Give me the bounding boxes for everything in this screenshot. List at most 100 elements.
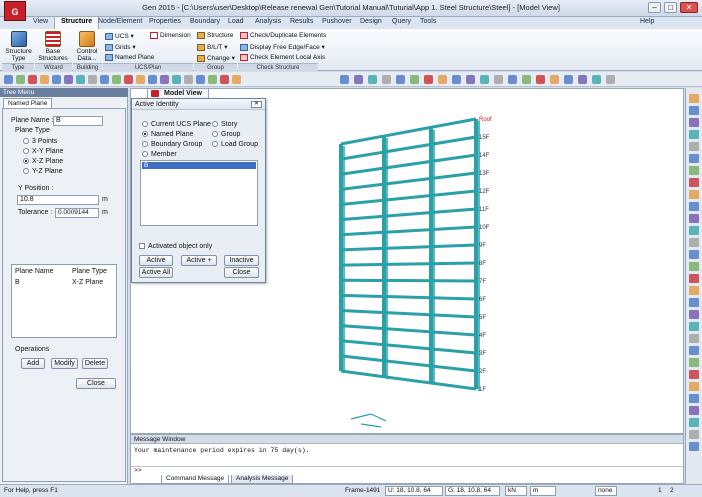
frame-beam[interactable]: [340, 369, 477, 391]
view-tool-icon[interactable]: [689, 298, 699, 307]
view-tool-icon[interactable]: [689, 382, 699, 391]
dialog-close-button[interactable]: Close: [224, 267, 259, 278]
identity-list[interactable]: B: [140, 160, 258, 226]
menu-node-element[interactable]: Node/Element: [98, 18, 142, 25]
frame-beam[interactable]: [340, 207, 477, 222]
plane-list[interactable]: Plane Name Plane Type B X-Z Plane: [11, 264, 117, 338]
toolbar-tool-icon[interactable]: [28, 75, 37, 84]
toolbar-tool-icon[interactable]: [340, 75, 349, 84]
menu-view[interactable]: View: [33, 18, 48, 25]
frame-beam[interactable]: [340, 171, 477, 191]
menu-design[interactable]: Design: [360, 18, 382, 25]
radio-story[interactable]: Story: [212, 121, 237, 128]
radio-named-plane[interactable]: Named Plane: [142, 131, 193, 138]
ucs-button[interactable]: UCS ▾: [105, 32, 134, 40]
toolbar-tool-icon[interactable]: [208, 75, 217, 84]
toolbar-tool-icon[interactable]: [466, 75, 475, 84]
frame-beam[interactable]: [340, 293, 477, 301]
active-plus-button[interactable]: Active +: [181, 255, 217, 266]
tab-model-view[interactable]: Model View: [147, 88, 209, 98]
list-cell-plane-name[interactable]: B: [15, 279, 20, 286]
view-tool-icon[interactable]: [689, 238, 699, 247]
radio-boundary-group[interactable]: Boundary Group: [142, 141, 202, 148]
toolbar-tool-icon[interactable]: [396, 75, 405, 84]
toolbar-tool-icon[interactable]: [578, 75, 587, 84]
length-unit-select[interactable]: m: [530, 486, 556, 496]
panel-close-button[interactable]: Close: [76, 378, 116, 389]
toolbar-tool-icon[interactable]: [564, 75, 573, 84]
toolbar-tool-icon[interactable]: [196, 75, 205, 84]
toolbar-tool-icon[interactable]: [100, 75, 109, 84]
none-select[interactable]: none: [595, 486, 617, 496]
toolbar-tool-icon[interactable]: [368, 75, 377, 84]
frame-beam[interactable]: [340, 339, 477, 355]
frame-beam[interactable]: [340, 324, 477, 337]
toolbar-tool-icon[interactable]: [480, 75, 489, 84]
toolbar-tool-icon[interactable]: [40, 75, 49, 84]
control-data-button[interactable]: Control Data...: [74, 31, 100, 62]
menu-boundary[interactable]: Boundary: [190, 18, 220, 25]
toolbar-tool-icon[interactable]: [52, 75, 61, 84]
view-tool-icon[interactable]: [689, 226, 699, 235]
plane-name-input[interactable]: B: [53, 116, 103, 126]
toolbar-tool-icon[interactable]: [424, 75, 433, 84]
structure-group-button[interactable]: Structure: [197, 32, 233, 39]
toolbar-tool-icon[interactable]: [606, 75, 615, 84]
view-tool-icon[interactable]: [689, 406, 699, 415]
view-tool-icon[interactable]: [689, 190, 699, 199]
view-tool-icon[interactable]: [689, 166, 699, 175]
frame-beam[interactable]: [340, 225, 477, 237]
toolbar-tool-icon[interactable]: [88, 75, 97, 84]
toolbar-tool-icon[interactable]: [536, 75, 545, 84]
identity-list-item[interactable]: B: [142, 162, 256, 169]
toolbar-tool-icon[interactable]: [112, 75, 121, 84]
toolbar-tool-icon[interactable]: [124, 75, 133, 84]
grids-button[interactable]: Grids ▾: [105, 43, 136, 51]
radio-xy-plane[interactable]: X-Y Plane: [23, 148, 63, 155]
blt-button[interactable]: B/L/T ▾: [197, 43, 228, 51]
view-tool-icon[interactable]: [689, 118, 699, 127]
toolbar-tool-icon[interactable]: [592, 75, 601, 84]
view-tool-icon[interactable]: [689, 178, 699, 187]
close-window-button[interactable]: ✕: [680, 2, 698, 13]
tab-command-message[interactable]: Command Message: [161, 475, 230, 484]
frame-beam[interactable]: [340, 153, 477, 176]
radio-3-points[interactable]: 3 Points: [23, 138, 57, 145]
view-tool-icon[interactable]: [689, 106, 699, 115]
view-tool-icon[interactable]: [689, 394, 699, 403]
structure-type-button[interactable]: Structure Type: [5, 31, 32, 62]
menu-analysis[interactable]: Analysis: [255, 18, 281, 25]
active-all-button[interactable]: Active All: [139, 267, 173, 278]
dialog-close-icon[interactable]: ✕: [251, 101, 262, 108]
toolbar-tool-icon[interactable]: [220, 75, 229, 84]
toolbar-tool-icon[interactable]: [160, 75, 169, 84]
activated-only-checkbox[interactable]: Activated object only: [139, 243, 212, 250]
dimension-button[interactable]: Dimension: [150, 32, 191, 39]
toolbar-tool-icon[interactable]: [508, 75, 517, 84]
toolbar-tool-icon[interactable]: [494, 75, 503, 84]
view-tool-icon[interactable]: [689, 418, 699, 427]
toolbar-tool-icon[interactable]: [148, 75, 157, 84]
toolbar-tool-icon[interactable]: [522, 75, 531, 84]
delete-button[interactable]: Delete: [82, 358, 108, 369]
radio-group[interactable]: Group: [212, 131, 240, 138]
view-tool-icon[interactable]: [689, 94, 699, 103]
toolbar-tool-icon[interactable]: [136, 75, 145, 84]
menu-query[interactable]: Query: [392, 18, 411, 25]
view-tool-icon[interactable]: [689, 322, 699, 331]
toolbar-tool-icon[interactable]: [550, 75, 559, 84]
toolbar-tool-icon[interactable]: [232, 75, 241, 84]
view-tool-icon[interactable]: [689, 442, 699, 451]
view-tool-icon[interactable]: [689, 274, 699, 283]
frame-beam[interactable]: [340, 278, 477, 283]
toolbar-tool-icon[interactable]: [4, 75, 13, 84]
maximize-button[interactable]: □: [664, 2, 677, 13]
view-tool-icon[interactable]: [689, 202, 699, 211]
radio-xz-plane[interactable]: X-Z Plane: [23, 158, 63, 165]
toolbar-tool-icon[interactable]: [16, 75, 25, 84]
radio-yz-plane[interactable]: Y-Z Plane: [23, 168, 62, 175]
toolbar-tool-icon[interactable]: [438, 75, 447, 84]
toolbar-tool-icon[interactable]: [184, 75, 193, 84]
radio-load-group[interactable]: Load Group: [212, 141, 258, 148]
list-cell-plane-type[interactable]: X-Z Plane: [72, 279, 103, 286]
